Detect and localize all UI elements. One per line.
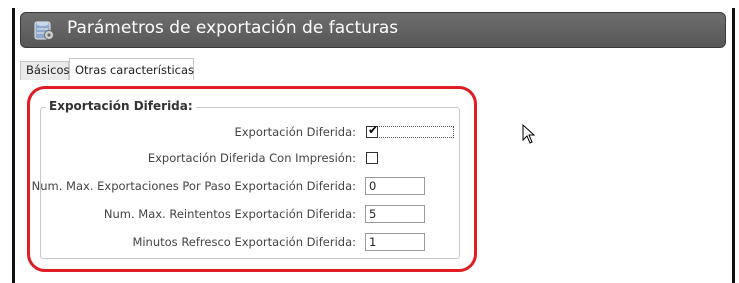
red-highlight-annotation xyxy=(27,86,477,272)
window-left-border xyxy=(12,8,15,283)
tab-strip: Básicos Otras características xyxy=(20,58,726,81)
settings-database-icon xyxy=(34,21,54,40)
mouse-pointer-icon xyxy=(522,124,536,144)
title-bar: Parámetros de exportación de facturas xyxy=(20,12,726,48)
window-title: Parámetros de exportación de facturas xyxy=(67,18,399,38)
window-right-border xyxy=(732,8,735,283)
tab-otras-caracteristicas[interactable]: Otras características xyxy=(69,58,194,81)
tab-basicos[interactable]: Básicos xyxy=(20,61,69,80)
